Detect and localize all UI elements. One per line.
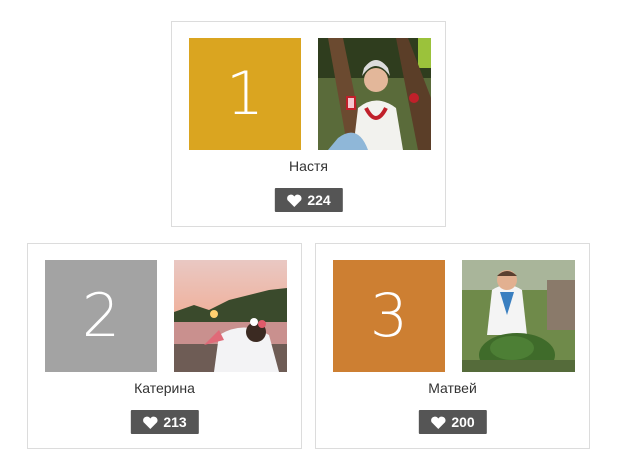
participant-photo-2[interactable] — [174, 260, 287, 372]
leaderboard-card-1: 1 Настя 224 — [171, 21, 446, 227]
photo-girl-sunset — [174, 260, 287, 372]
participant-photo-1[interactable] — [318, 38, 431, 150]
heart-icon — [430, 416, 446, 429]
like-count: 213 — [163, 414, 187, 430]
participant-name: Матвей — [428, 380, 477, 396]
leaderboard-card-2: 2 Катерина 213 — [27, 243, 302, 449]
leaderboard-card-3: 3 Матвей 200 — [315, 243, 590, 449]
photo-girl-costume — [318, 38, 431, 150]
like-count: 224 — [307, 192, 331, 208]
rank-badge-1: 1 — [189, 38, 301, 150]
participant-photo-3[interactable] — [462, 260, 575, 372]
rank-number: 2 — [81, 281, 121, 351]
rank-badge-2: 2 — [45, 260, 157, 372]
like-button[interactable]: 224 — [274, 188, 343, 212]
like-button[interactable]: 200 — [418, 410, 487, 434]
heart-icon — [142, 416, 158, 429]
rank-badge-3: 3 — [333, 260, 445, 372]
photo-boy-garden — [462, 260, 575, 372]
like-button[interactable]: 213 — [130, 410, 199, 434]
rank-number: 3 — [369, 281, 409, 351]
rank-number: 1 — [225, 59, 265, 129]
participant-name: Настя — [289, 158, 328, 174]
heart-icon — [286, 194, 302, 207]
participant-name: Катерина — [134, 380, 195, 396]
like-count: 200 — [451, 414, 475, 430]
